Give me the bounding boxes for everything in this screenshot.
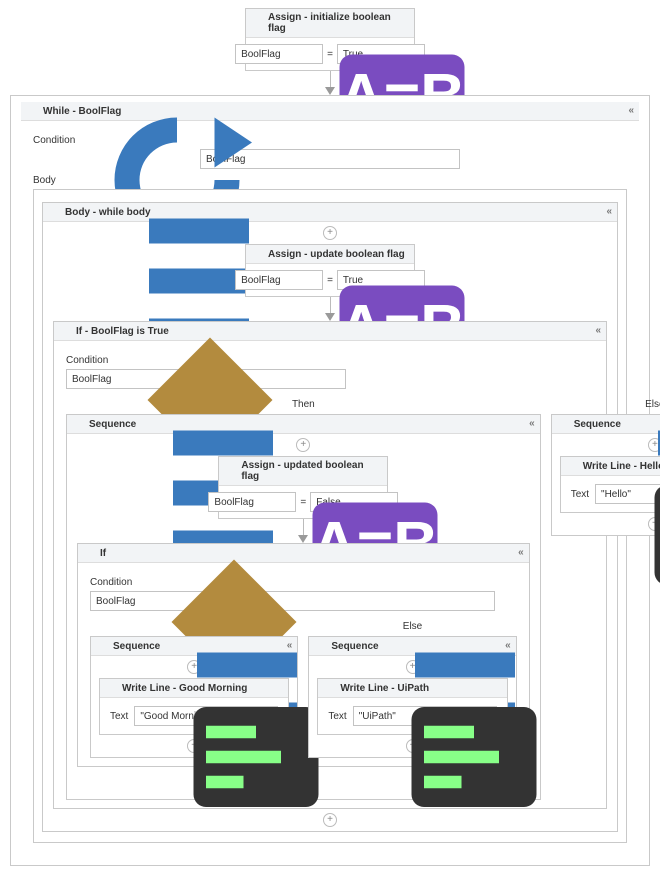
assign-icon	[252, 17, 264, 29]
activity-header[interactable]: Sequence «	[309, 637, 515, 656]
activity-header[interactable]: Write Line - Hello	[561, 457, 660, 476]
sequence-icon	[315, 640, 327, 652]
activity-title: If	[100, 548, 106, 559]
activity-title: Assign - updated boolean flag	[241, 460, 381, 482]
if-boolflag-true[interactable]: If - BoolFlag is True « Condition Then	[53, 321, 607, 809]
body-sequence[interactable]: Body - while body « + Assign - update bo…	[42, 202, 618, 832]
writeline-goodmorning[interactable]: Write Line - Good Morning Text	[99, 678, 289, 735]
if-inner[interactable]: If « Condition	[77, 543, 530, 767]
assign-update[interactable]: Assign - update boolean flag =	[245, 244, 415, 297]
expand-icon[interactable]: «	[518, 547, 524, 558]
activity-header[interactable]: Sequence «	[67, 415, 540, 434]
while-activity[interactable]: While - BoolFlag « Condition Body Body -…	[10, 95, 650, 866]
sequence-icon	[97, 640, 109, 652]
activity-title: Write Line - UiPath	[340, 683, 429, 694]
activity-title: Sequence	[574, 419, 621, 430]
inner-else-sequence[interactable]: Sequence « +	[308, 636, 516, 758]
expand-icon[interactable]: «	[505, 640, 511, 651]
activity-title: Write Line - Good Morning	[122, 683, 247, 694]
activity-title: Sequence	[113, 641, 160, 652]
activity-header[interactable]: While - BoolFlag «	[21, 102, 639, 121]
activity-title: If - BoolFlag is True	[76, 326, 169, 337]
activity-title: Sequence	[331, 641, 378, 652]
activity-header[interactable]: Write Line - UiPath	[318, 679, 506, 698]
sequence-icon	[73, 418, 85, 430]
assign-updated[interactable]: Assign - updated boolean flag =	[218, 456, 388, 519]
writeline-icon	[567, 460, 579, 472]
expand-icon[interactable]: «	[628, 105, 634, 116]
activity-title: Assign - initialize boolean flag	[268, 12, 408, 34]
expand-icon[interactable]: «	[287, 640, 293, 651]
activity-header[interactable]: If - BoolFlag is True «	[54, 322, 606, 341]
expand-icon[interactable]: «	[595, 325, 601, 336]
sequence-icon	[49, 206, 61, 218]
while-content: Condition Body Body - while body « +	[21, 121, 639, 851]
activity-header[interactable]: Sequence «	[91, 637, 297, 656]
sequence-icon	[558, 418, 570, 430]
if-icon	[60, 325, 72, 337]
writeline-icon	[106, 682, 118, 694]
while-icon	[27, 105, 39, 117]
activity-title: Assign - update boolean flag	[268, 249, 405, 260]
assign-icon	[252, 248, 264, 260]
activity-header[interactable]: Write Line - Good Morning	[100, 679, 288, 698]
activity-title: While - BoolFlag	[43, 106, 121, 117]
while-body-container: Body - while body « + Assign - update bo…	[33, 189, 627, 843]
activity-title: Write Line - Hello	[583, 461, 660, 472]
writeline-icon	[324, 682, 336, 694]
expand-icon[interactable]: «	[606, 206, 612, 217]
activity-header[interactable]: Sequence «	[552, 415, 660, 434]
activity-title: Body - while body	[65, 207, 151, 218]
writeline-uipath[interactable]: Write Line - UiPath Text	[317, 678, 507, 735]
activity-header[interactable]: Assign - update boolean flag	[246, 245, 414, 264]
else-sequence[interactable]: Sequence « + Write Line - Hello	[551, 414, 660, 536]
activity-header[interactable]: Assign - initialize boolean flag	[246, 9, 414, 38]
activity-header[interactable]: Assign - updated boolean flag	[219, 457, 387, 486]
writeline-hello[interactable]: Write Line - Hello Text	[560, 456, 660, 513]
activity-header[interactable]: Body - while body «	[43, 203, 617, 222]
activity-header[interactable]: If «	[78, 544, 529, 563]
inner-then-sequence[interactable]: Sequence « +	[90, 636, 298, 758]
activity-title: Sequence	[89, 419, 136, 430]
if-icon	[84, 547, 96, 559]
then-sequence[interactable]: Sequence « +	[66, 414, 541, 800]
else-label: Else	[551, 399, 660, 410]
assign-initialize[interactable]: Assign - initialize boolean flag =	[245, 8, 415, 71]
expand-icon[interactable]: «	[529, 418, 535, 429]
assign-icon	[225, 465, 237, 477]
